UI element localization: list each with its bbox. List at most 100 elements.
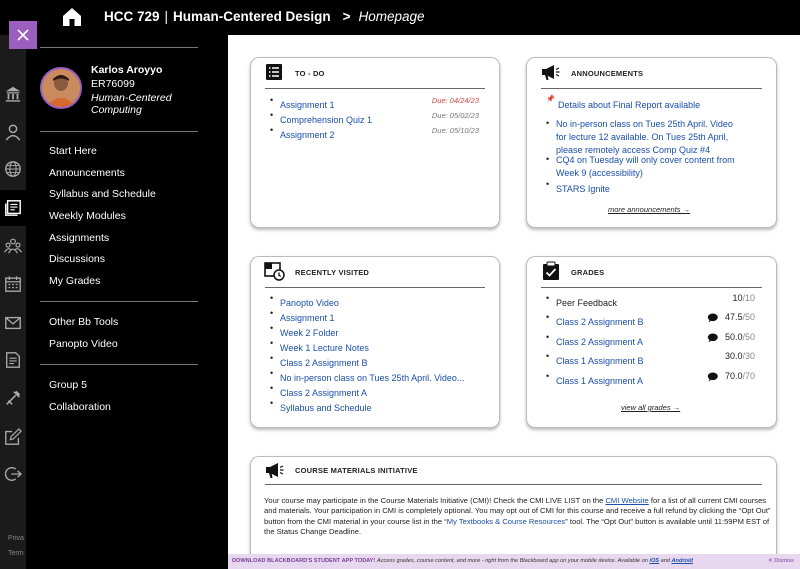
menu-item-discussions[interactable]: Discussions xyxy=(49,253,105,265)
grade-total: /30 xyxy=(742,351,755,361)
privacy-link[interactable]: Priva xyxy=(8,535,24,542)
grade-row: Class 2 Assignment B xyxy=(556,312,644,330)
grades-title: GRADES xyxy=(571,268,605,277)
grade-total: /10 xyxy=(742,293,755,303)
announcement-link[interactable]: CQ4 on Tuesday will only cover content f… xyxy=(556,155,735,178)
todo-title: TO - DO xyxy=(295,69,325,78)
banner-text: Access grades, course content, and more … xyxy=(377,558,693,564)
card-divider xyxy=(541,287,762,288)
todo-due-date: Due: 05/10/23 xyxy=(431,126,479,135)
todo-due-date: Due: 05/02/23 xyxy=(431,111,479,120)
menu-item-weekly-modules[interactable]: Weekly Modules xyxy=(49,210,126,222)
dismiss-button[interactable]: ✕ Dismiss xyxy=(768,558,794,564)
announcement-line: Week 9 (accessibility) xyxy=(556,168,643,178)
cmi-text-part: Your course may participate in the Cours… xyxy=(264,496,606,505)
avatar[interactable] xyxy=(40,67,82,109)
menu-item-assignments[interactable]: Assignments xyxy=(49,232,109,244)
menu-item-collaboration[interactable]: Collaboration xyxy=(49,401,111,413)
menu-item-panopto-video[interactable]: Panopto Video xyxy=(49,338,118,350)
grade-value: 30.0 xyxy=(724,351,743,361)
todo-item-link[interactable]: Comprehension Quiz 1 xyxy=(280,115,372,125)
banner-text-part: Access grades, course content, and more … xyxy=(377,558,650,564)
todo-item-link[interactable]: Assignment 1 xyxy=(280,100,335,110)
breadcrumb: HCC 729 | Human-Centered Design > Homepage xyxy=(104,9,425,24)
grade-value: 47.5 xyxy=(724,312,743,322)
todo-due-date: Due: 04/24/23 xyxy=(431,96,479,105)
menu-item-group-5[interactable]: Group 5 xyxy=(49,379,87,391)
recent-item-link[interactable]: Week 2 Folder xyxy=(280,328,338,338)
recent-item-link[interactable]: No in-person class on Tues 25th April. V… xyxy=(280,373,464,383)
messages-icon[interactable] xyxy=(4,314,22,332)
pin-icon: 📌 xyxy=(546,96,555,103)
menu-item-syllabus[interactable]: Syllabus and Schedule xyxy=(49,188,156,200)
recently-visited-title: RECENTLY VISITED xyxy=(295,268,370,277)
course-menu: Karlos Aroyyo ER76099 Human-Centered Com… xyxy=(26,35,228,569)
page-title: Homepage xyxy=(358,9,425,24)
ios-link[interactable]: iOS xyxy=(649,558,659,564)
globe-icon[interactable] xyxy=(4,160,22,178)
signout-icon[interactable] xyxy=(4,465,22,483)
terms-link[interactable]: Term xyxy=(8,550,24,557)
calendar-icon[interactable] xyxy=(4,275,22,293)
list-item: CQ4 on Tuesday will only cover content f… xyxy=(556,153,735,179)
my-textbooks-link[interactable]: My Textbooks & Course Resources xyxy=(447,517,565,526)
grade-item-link[interactable]: Class 1 Assignment A xyxy=(556,376,643,386)
grade-row: Class 1 Assignment A xyxy=(556,371,643,389)
grade-score: 10/10 xyxy=(732,293,755,303)
recent-history-icon xyxy=(264,262,285,281)
grade-value: 50.0 xyxy=(724,332,743,342)
announcement-link[interactable]: STARS Ignite xyxy=(556,184,610,194)
card-divider xyxy=(541,88,762,89)
recent-item-link[interactable]: Syllabus and Schedule xyxy=(280,403,372,413)
breadcrumb-course-name[interactable]: Human-Centered Design xyxy=(173,9,331,24)
grade-item-label: Peer Feedback xyxy=(556,298,617,308)
todo-card: TO - DO Assignment 1 Due: 04/24/23 Compr… xyxy=(250,57,500,228)
grade-item-link[interactable]: Class 2 Assignment A xyxy=(556,337,643,347)
menu-item-announcements[interactable]: Announcements xyxy=(49,167,125,179)
institution-icon[interactable] xyxy=(4,85,22,103)
banner-headline: DOWNLOAD BLACKBOARD'S STUDENT APP TODAY! xyxy=(232,558,376,564)
announcement-link[interactable]: Details about Final Report available xyxy=(558,100,700,110)
breadcrumb-arrow: > xyxy=(342,9,351,24)
recent-item-link[interactable]: Week 1 Lecture Notes xyxy=(280,343,369,353)
recent-item-link[interactable]: Class 2 Assignment A xyxy=(280,388,367,398)
todo-item-link[interactable]: Assignment 2 xyxy=(280,130,335,140)
android-link[interactable]: Android xyxy=(671,558,692,564)
grades-icon[interactable] xyxy=(4,351,22,369)
courses-icon[interactable] xyxy=(4,199,22,217)
recently-visited-card: RECENTLY VISITED Panopto Video Assignmen… xyxy=(250,256,500,428)
comment-icon[interactable] xyxy=(707,313,718,323)
recent-item-link[interactable]: Class 2 Assignment B xyxy=(280,358,368,368)
main-content: TO - DO Assignment 1 Due: 04/24/23 Compr… xyxy=(228,35,800,569)
icon-rail: Priva Term xyxy=(0,35,26,569)
cmi-card: COURSE MATERIALS INITIATIVE Your course … xyxy=(250,456,777,569)
grade-item-link[interactable]: Class 1 Assignment B xyxy=(556,356,644,366)
grade-item-link[interactable]: Class 2 Assignment B xyxy=(556,317,644,327)
close-menu-button[interactable] xyxy=(9,21,37,49)
comment-icon[interactable] xyxy=(707,333,718,343)
breadcrumb-course-code[interactable]: HCC 729 xyxy=(104,9,160,24)
grade-row: Peer Feedback xyxy=(556,293,617,311)
cmi-website-link[interactable]: CMI Website xyxy=(605,496,648,505)
edit-icon[interactable] xyxy=(4,428,22,446)
menu-item-start-here[interactable]: Start Here xyxy=(49,145,97,157)
list-item: STARS Ignite xyxy=(556,179,610,197)
menu-item-my-grades[interactable]: My Grades xyxy=(49,275,100,287)
grade-row: Class 2 Assignment A xyxy=(556,332,643,350)
recent-item-link[interactable]: Assignment 1 xyxy=(280,313,335,323)
more-announcements-link[interactable]: more announcements → xyxy=(608,205,690,214)
recent-item-link[interactable]: Panopto Video xyxy=(280,298,339,308)
groups-icon[interactable] xyxy=(4,237,22,255)
grade-score: 30.0/30 xyxy=(725,351,755,361)
comment-icon[interactable] xyxy=(707,372,718,382)
tools-icon[interactable] xyxy=(4,389,22,407)
announcement-link[interactable]: No in-person class on Tues 25th April. V… xyxy=(556,119,733,155)
profile-icon[interactable] xyxy=(4,123,22,141)
home-icon[interactable] xyxy=(60,5,84,29)
view-all-grades-link[interactable]: view all grades → xyxy=(621,403,680,412)
cmi-description: Your course may participate in the Cours… xyxy=(264,496,779,538)
breadcrumb-separator: | xyxy=(164,9,169,24)
grade-score: 50.0/50 xyxy=(725,332,755,342)
menu-item-other-bb-tools[interactable]: Other Bb Tools xyxy=(49,316,118,328)
grade-value: 10 xyxy=(732,293,743,303)
